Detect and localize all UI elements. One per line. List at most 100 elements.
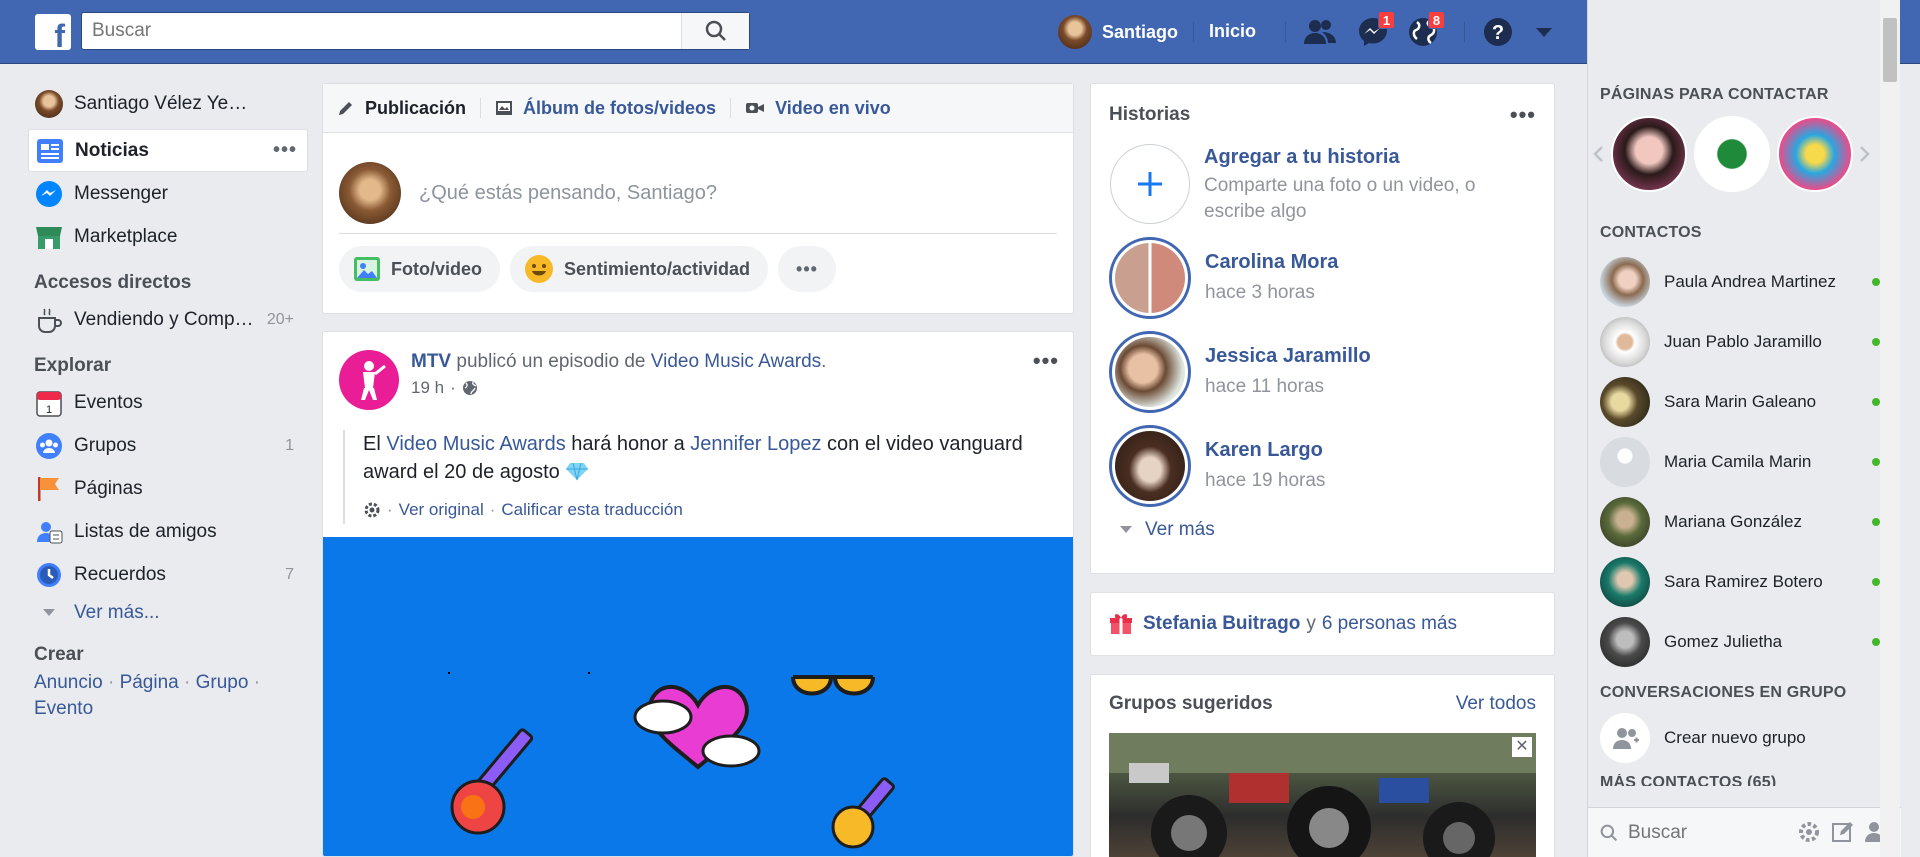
create-group-item[interactable]: Crear nuevo grupo (1588, 708, 1900, 768)
birthday-card[interactable]: Stefania Buitrago y 6 personas más (1090, 592, 1555, 656)
scrollbar-thumb[interactable] (1883, 18, 1897, 82)
chat-search-input[interactable] (1628, 821, 1788, 844)
sidebar-item-grupos[interactable]: Grupos 1 (28, 424, 308, 467)
story-item[interactable]: Carolina Mora hace 3 horas (1091, 237, 1554, 319)
page-avatar[interactable] (1611, 116, 1687, 192)
help-button[interactable]: ? (1480, 14, 1516, 50)
gear-icon[interactable] (363, 501, 381, 519)
facebook-logo[interactable]: f (35, 14, 71, 50)
chat-tools (1797, 820, 1891, 844)
video-camera-icon (745, 100, 765, 116)
contact-item[interactable]: Sara Ramirez Botero (1588, 552, 1900, 612)
page-avatar[interactable] (1777, 116, 1853, 192)
divider (1193, 22, 1194, 42)
add-story-subtitle: Comparte una foto o un video, o escribe … (1204, 175, 1476, 222)
story-ring (1109, 237, 1191, 319)
caret-down-icon (1536, 28, 1552, 37)
search-box (81, 12, 750, 50)
create-group-link[interactable]: Grupo (196, 672, 249, 693)
more-options-icon[interactable]: ••• (273, 139, 297, 162)
birthday-others-link[interactable]: 6 personas más (1322, 613, 1457, 635)
composer-placeholder[interactable]: ¿Qué estás pensando, Santiago? (419, 182, 717, 205)
search-input[interactable] (82, 13, 682, 49)
online-indicator (1872, 278, 1880, 286)
page-avatar[interactable] (1694, 116, 1770, 192)
sidebar-item-marketplace[interactable]: Marketplace (28, 215, 308, 258)
add-story-title[interactable]: Agregar a tu historia (1204, 146, 1534, 169)
feeling-activity-button[interactable]: Sentimiento/actividad (510, 246, 769, 292)
chevron-left-icon[interactable] (1592, 145, 1604, 163)
public-globe-icon[interactable] (462, 380, 478, 396)
messages-button[interactable]: 1 (1355, 11, 1395, 50)
page-scrollbar[interactable] (1880, 0, 1900, 857)
stories-title: Historias (1109, 104, 1191, 125)
view-original-link[interactable]: Ver original (399, 496, 484, 524)
birthday-person[interactable]: Stefania Buitrago (1143, 613, 1300, 635)
story-author: Carolina Mora (1205, 251, 1339, 273)
sidebar-item-eventos[interactable]: 1 Eventos (28, 381, 308, 424)
see-more-label: Ver más (1145, 519, 1215, 540)
show-link[interactable]: Video Music Awards (651, 351, 821, 372)
divider (730, 98, 732, 118)
contact-item[interactable]: Sara Marin Galeano (1588, 372, 1900, 432)
photo-video-button[interactable]: Foto/video (339, 246, 500, 292)
sidebar-item-messenger[interactable]: Messenger (28, 172, 308, 215)
story-item[interactable]: Jessica Jaramillo hace 11 horas (1091, 331, 1554, 413)
close-icon[interactable]: ✕ (1512, 737, 1532, 757)
stories-see-more[interactable]: Ver más (1091, 507, 1554, 541)
svg-text:?: ? (1492, 22, 1504, 44)
post-image[interactable] (323, 537, 1073, 856)
pill-label: Sentimiento/actividad (564, 258, 751, 279)
notifications-button[interactable]: 8 (1405, 11, 1445, 50)
online-indicator (1872, 638, 1880, 646)
profile-link[interactable]: Santiago (1058, 15, 1178, 49)
gear-icon[interactable] (1797, 820, 1821, 844)
more-options-button[interactable]: ••• (778, 246, 836, 292)
page-avatar[interactable] (339, 350, 399, 410)
see-all-link[interactable]: Ver todos (1456, 693, 1536, 715)
post-options-icon[interactable]: ••• (1033, 348, 1059, 374)
sidebar-item-recuerdos[interactable]: Recuerdos 7 (28, 553, 308, 596)
tab-publicacion[interactable]: Publicación (337, 98, 466, 119)
sidebar-profile[interactable]: Santiago Vélez Ye… (28, 82, 308, 125)
suggested-groups-card: Grupos sugeridos Ver todos ✕ (1090, 674, 1555, 857)
item-count: 1 (285, 436, 294, 454)
friend-requests-button[interactable] (1302, 14, 1338, 50)
rate-translation-link[interactable]: Calificar esta traducción (501, 496, 682, 524)
sidebar-item-listas[interactable]: Listas de amigos (28, 510, 308, 553)
composer-input-area[interactable]: ¿Qué estás pensando, Santiago? (323, 133, 1073, 233)
sidebar-item-noticias[interactable]: Noticias ••• (28, 129, 308, 172)
post-author[interactable]: MTV (411, 351, 451, 372)
create-ad-link[interactable]: Anuncio (34, 672, 103, 693)
story-item[interactable]: Karen Largo hace 19 horas (1091, 425, 1554, 507)
contact-item[interactable]: Paula Andrea Martinez (1588, 252, 1900, 312)
create-event-link[interactable]: Evento (34, 698, 93, 719)
person-link[interactable]: Jennifer Lopez (690, 433, 821, 455)
group-cover-image[interactable]: ✕ (1109, 733, 1536, 857)
contact-item[interactable]: Mariana González (1588, 492, 1900, 552)
chevron-right-icon[interactable] (1859, 145, 1871, 163)
event-link[interactable]: Video Music Awards (386, 433, 565, 455)
more-options-icon[interactable]: ••• (1510, 102, 1536, 128)
create-page-link[interactable]: Página (120, 672, 179, 693)
see-more-link[interactable]: Ver más... (28, 596, 308, 630)
add-story-button[interactable] (1110, 144, 1190, 224)
post-time[interactable]: 19 h (411, 378, 444, 398)
search-button[interactable] (681, 13, 749, 49)
sidebar-item-shortcut[interactable]: Vendiendo y Comp… 20+ (28, 298, 308, 341)
home-link[interactable]: Inicio (1209, 21, 1256, 42)
tab-album[interactable]: Álbum de fotos/videos (495, 98, 716, 119)
contact-item[interactable]: Maria Camila Marin (1588, 432, 1900, 492)
contact-item[interactable]: Juan Pablo Jaramillo (1588, 312, 1900, 372)
account-menu-button[interactable] (1526, 14, 1562, 50)
compose-icon[interactable] (1831, 820, 1855, 844)
contact-item[interactable]: Gomez Julietha (1588, 612, 1900, 672)
add-story[interactable]: Agregar a tu historia Comparte una foto … (1091, 144, 1554, 225)
sidebar-item-label: Vendiendo y Comp… (74, 308, 254, 330)
sidebar-item-paginas[interactable]: Páginas (28, 467, 308, 510)
friend-lists-icon (34, 517, 64, 547)
profile-name: Santiago (1102, 21, 1179, 42)
coffee-cup-icon (34, 305, 64, 335)
stories-header: Historias ••• (1091, 84, 1554, 128)
tab-live-video[interactable]: Video en vivo (745, 98, 891, 119)
